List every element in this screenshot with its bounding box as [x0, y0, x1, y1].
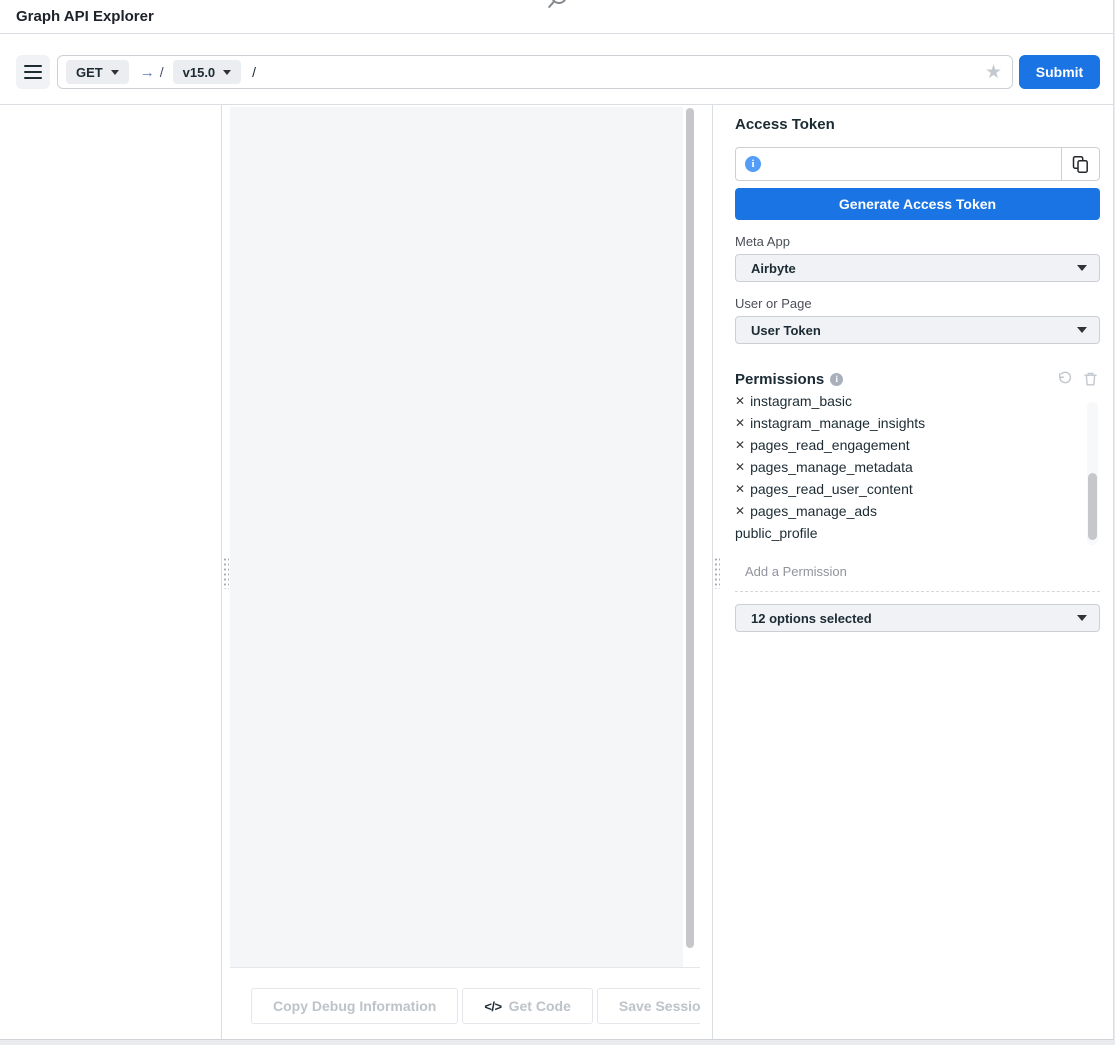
permission-label: pages_read_user_content [750, 478, 913, 500]
remove-permission-icon[interactable]: ✕ [735, 456, 745, 478]
response-panel: Copy Debug Information </> Get Code Save… [230, 105, 700, 1039]
permission-item[interactable]: ✕ instagram_manage_insights [735, 412, 1100, 434]
method-label: GET [76, 65, 103, 80]
user-or-page-select[interactable]: User Token [735, 316, 1100, 344]
get-code-button[interactable]: </> Get Code [462, 988, 593, 1024]
permission-item[interactable]: ✕ instagram_basic [735, 395, 1100, 412]
meta-app-select[interactable]: Airbyte [735, 254, 1100, 282]
access-token-panel: Access Token i Generate Access Token Met… [713, 105, 1113, 1039]
permission-item[interactable]: ✕ pages_manage_metadata [735, 456, 1100, 478]
method-dropdown[interactable]: GET [66, 60, 129, 84]
main-area: Copy Debug Information </> Get Code Save… [0, 105, 1113, 1039]
copy-token-button[interactable] [1061, 148, 1099, 180]
permissions-scrollbar-thumb[interactable] [1088, 473, 1097, 540]
page-title: Graph API Explorer [16, 8, 154, 25]
hamburger-menu-button[interactable] [16, 55, 50, 89]
copy-icon [1071, 155, 1090, 174]
permission-item[interactable]: ✕ pages_manage_ads [735, 500, 1100, 522]
permission-label: pages_read_engagement [750, 434, 910, 456]
copy-debug-information-button[interactable]: Copy Debug Information [251, 988, 458, 1024]
undo-icon [1057, 371, 1073, 387]
permissions-scrollbar-track[interactable] [1087, 402, 1098, 545]
search-icon[interactable] [546, 0, 570, 16]
permission-label: pages_manage_ads [750, 500, 877, 522]
meta-app-label: Meta App [735, 234, 1100, 249]
chevron-down-icon [223, 70, 231, 75]
generate-access-token-button[interactable]: Generate Access Token [735, 188, 1100, 220]
permission-label: instagram_manage_insights [750, 412, 925, 434]
permission-item[interactable]: ✕ pages_read_user_content [735, 478, 1100, 500]
user-or-page-label: User or Page [735, 296, 1100, 311]
version-label: v15.0 [183, 65, 216, 80]
permissions-list-rows: ✕ instagram_basic ✕ instagram_manage_ins… [735, 395, 1100, 544]
info-icon[interactable]: i [745, 156, 761, 172]
version-dropdown[interactable]: v15.0 [173, 60, 242, 84]
undo-permissions-button[interactable] [1055, 369, 1075, 389]
permissions-heading: Permissions [735, 371, 824, 388]
pre-slash: / [160, 64, 164, 80]
permissions-list: ✕ instagram_basic ✕ instagram_manage_ins… [735, 395, 1100, 545]
app-header: Graph API Explorer [0, 0, 1113, 34]
code-icon: </> [484, 999, 501, 1014]
response-viewport [230, 107, 683, 967]
permission-item[interactable]: ✕ pages_read_engagement [735, 434, 1100, 456]
add-permission-row [735, 563, 1100, 592]
access-token-heading: Access Token [735, 116, 1100, 133]
permission-label: public_profile [735, 522, 818, 544]
left-resize-handle[interactable] [222, 105, 230, 1039]
access-token-row: i [735, 147, 1100, 181]
permission-label: instagram_basic [750, 395, 852, 412]
permissions-header: Permissions i [735, 369, 1100, 389]
remove-permission-icon[interactable]: ✕ [735, 478, 745, 500]
response-footer: Copy Debug Information </> Get Code Save… [230, 967, 700, 1039]
remove-permission-icon[interactable]: ✕ [735, 395, 745, 412]
fields-sidebar [0, 105, 222, 1039]
request-url-bar: GET → / v15.0 ★ [57, 55, 1013, 89]
permission-label: pages_manage_metadata [750, 456, 913, 478]
drag-dots-icon [223, 557, 229, 589]
request-toolbar: GET → / v15.0 ★ Submit [0, 34, 1113, 105]
graph-api-explorer-app: Graph API Explorer GET → / v15.0 ★ [0, 0, 1114, 1040]
remove-permission-icon[interactable]: ✕ [735, 412, 745, 434]
submit-button[interactable]: Submit [1019, 55, 1100, 89]
add-permission-input[interactable] [743, 563, 1104, 580]
permission-item[interactable]: public_profile [735, 522, 1100, 544]
hamburger-icon [24, 65, 42, 67]
chevron-down-icon [1077, 265, 1087, 271]
trash-icon [1083, 371, 1098, 387]
drag-dots-icon[interactable] [714, 557, 720, 589]
request-path-input[interactable] [252, 64, 976, 80]
access-token-input[interactable] [736, 148, 1061, 180]
response-scrollbar[interactable] [686, 108, 694, 948]
right-resize-handle[interactable] [700, 105, 713, 1039]
permissions-options-select[interactable]: 12 options selected [735, 604, 1100, 632]
access-token-field-wrap: i [736, 148, 1061, 180]
chevron-down-icon [1077, 327, 1087, 333]
remove-permission-icon[interactable]: ✕ [735, 500, 745, 522]
info-icon[interactable]: i [830, 373, 843, 386]
remove-permission-icon[interactable]: ✕ [735, 434, 745, 456]
clear-permissions-button[interactable] [1081, 369, 1100, 389]
request-arrow-icon: → [140, 64, 155, 81]
chevron-down-icon [1077, 615, 1087, 621]
star-icon[interactable]: ★ [985, 63, 1002, 82]
chevron-down-icon [111, 70, 119, 75]
